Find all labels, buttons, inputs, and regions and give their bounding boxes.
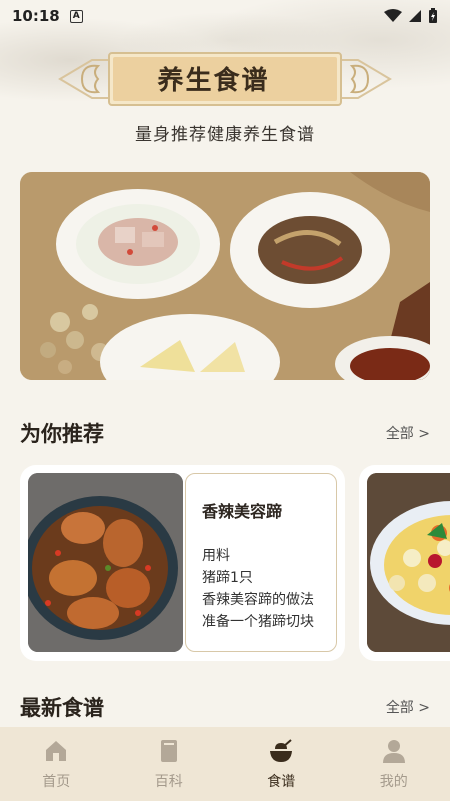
page-subtitle: 量身推荐健康养生食谱 bbox=[135, 125, 315, 145]
nav-item-me[interactable]: 我的 bbox=[338, 727, 450, 801]
recommend-section-title: 为你推荐 bbox=[20, 422, 104, 446]
nav-item-home[interactable]: 首页 bbox=[0, 727, 113, 801]
recipe-line: 猪蹄1只 bbox=[202, 570, 253, 586]
page-title: 养生食谱 bbox=[157, 65, 270, 96]
home-icon bbox=[46, 741, 67, 761]
nav-label: 食谱 bbox=[267, 774, 296, 790]
status-bar: 10:18 A bbox=[0, 0, 450, 32]
nav-label: 我的 bbox=[379, 774, 408, 790]
user-icon bbox=[382, 740, 405, 763]
bottom-nav: 首页 百科 食谱 我的 bbox=[0, 727, 450, 801]
recipe-image bbox=[28, 473, 183, 652]
recipe-card-partial[interactable] bbox=[359, 465, 450, 661]
nav-label: 百科 bbox=[154, 774, 183, 790]
recipe-name: 香辣美容蹄 bbox=[202, 502, 283, 521]
status-time: 10:18 bbox=[12, 7, 60, 25]
banner-image[interactable] bbox=[20, 172, 430, 380]
wifi-icon bbox=[384, 9, 402, 22]
battery-icon bbox=[429, 8, 437, 23]
recipe-image-partial bbox=[367, 473, 450, 652]
recipe-line: 准备一个猪蹄切块 bbox=[202, 614, 314, 630]
recipe-line: 香辣美容蹄的做法 bbox=[202, 592, 314, 608]
latest-section-header: 最新食谱 全部 > bbox=[20, 692, 430, 722]
recipe-line: 用料 bbox=[202, 548, 230, 564]
nav-label: 首页 bbox=[42, 774, 71, 790]
nav-item-recipes[interactable]: 食谱 bbox=[225, 727, 338, 801]
nav-item-encyclopedia[interactable]: 百科 bbox=[113, 727, 226, 801]
notification-a-icon: A bbox=[69, 9, 83, 23]
latest-more-link[interactable]: 全部 > bbox=[386, 697, 430, 717]
signal-icon bbox=[409, 10, 421, 22]
recommend-more-link[interactable]: 全部 > bbox=[386, 423, 430, 443]
latest-section-title: 最新食谱 bbox=[20, 696, 104, 720]
recommend-section-header: 为你推荐 全部 > bbox=[20, 418, 430, 448]
book-icon bbox=[160, 740, 177, 762]
status-icons bbox=[384, 8, 438, 24]
recipe-info: 香辣美容蹄 用料 猪蹄1只 香辣美容蹄的做法 准备一个猪蹄切块 bbox=[185, 473, 337, 652]
recipe-card[interactable]: 香辣美容蹄 用料 猪蹄1只 香辣美容蹄的做法 准备一个猪蹄切块 bbox=[20, 465, 345, 661]
bowl-icon bbox=[270, 739, 293, 762]
